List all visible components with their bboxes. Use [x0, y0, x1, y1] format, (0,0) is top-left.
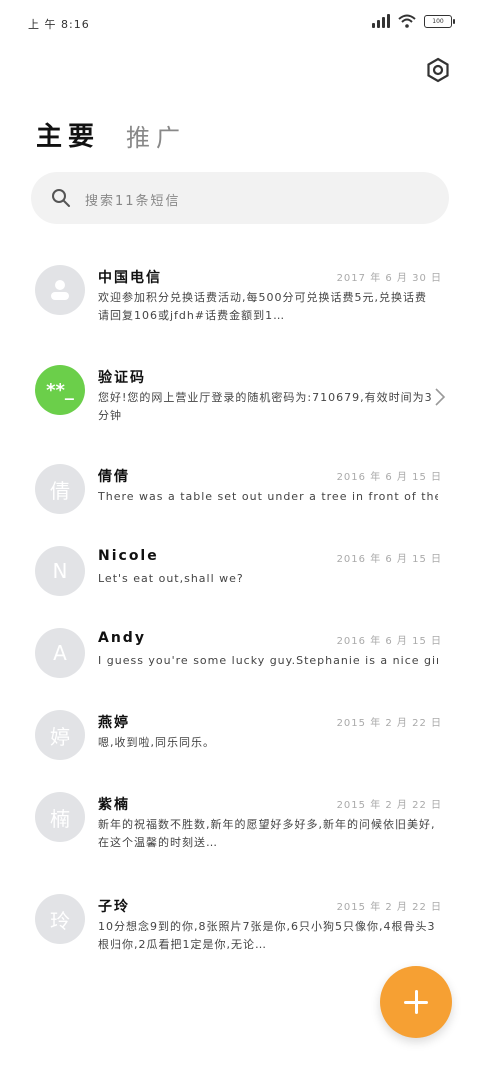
- wifi-icon: [398, 14, 416, 28]
- avatar: N: [35, 546, 85, 596]
- search-icon: [52, 189, 70, 207]
- message-preview: 欢迎参加积分兑换话费活动,每500分可兑换话费5元,兑换话费请回复106或jfd…: [98, 291, 427, 322]
- contact-name: 子玲: [98, 899, 130, 915]
- conversation-row[interactable]: 楠 紫楠 2015 年 2 月 22 日 新年的祝福数不胜数,新年的愿望好多好多…: [0, 792, 480, 874]
- avatar: 婷: [35, 710, 85, 760]
- message-date: 2016 年 6 月 15 日: [336, 636, 442, 647]
- contact-name: 燕婷: [98, 715, 130, 731]
- status-bar: 上 午 8:16 100: [0, 0, 480, 44]
- status-time: 上 午 8:16: [28, 18, 90, 31]
- conversation-row[interactable]: **_ 验证码 您好!您的网上营业厅登录的随机密码为:710679,有效时间为3…: [0, 365, 480, 447]
- message-preview: 10分想念9到的你,8张照片7张是你,6只小狗5只像你,4根骨头3根归你,2瓜看…: [98, 920, 436, 951]
- message-preview: 新年的祝福数不胜数,新年的愿望好多好多,新年的问候依旧美好,在这个温馨的时刻送…: [98, 818, 436, 849]
- conversation-row[interactable]: 倩 倩倩 2016 年 6 月 15 日 There was a table s…: [0, 464, 480, 546]
- contact-name: 验证码: [98, 370, 146, 386]
- message-date: 2015 年 2 月 22 日: [336, 902, 442, 913]
- avatar: 倩: [35, 464, 85, 514]
- search-bar[interactable]: 搜索11条短信: [31, 172, 449, 224]
- conversation-row[interactable]: A Andy 2016 年 6 月 15 日 I guess you're so…: [0, 628, 480, 710]
- conversation-row[interactable]: 中国电信 2017 年 6 月 30 日 欢迎参加积分兑换话费活动,每500分可…: [0, 265, 480, 347]
- tab-main[interactable]: 主要: [36, 116, 100, 153]
- avatar: [35, 265, 85, 315]
- conversation-row[interactable]: 玲 子玲 2015 年 2 月 22 日 10分想念9到的你,8张照片7张是你,…: [0, 894, 480, 976]
- new-message-button[interactable]: [380, 966, 452, 1038]
- contact-name: Andy: [98, 630, 146, 646]
- message-date: 2017 年 6 月 30 日: [336, 273, 442, 284]
- conversation-row[interactable]: 婷 燕婷 2015 年 2 月 22 日 嗯,收到啦,同乐同乐。: [0, 710, 480, 792]
- message-date: 2015 年 2 月 22 日: [336, 718, 442, 729]
- tab-promotions[interactable]: 推广: [126, 118, 186, 153]
- message-date: 2016 年 6 月 15 日: [336, 472, 442, 483]
- status-icons: 100: [372, 14, 455, 28]
- search-placeholder: 搜索11条短信: [85, 194, 181, 209]
- avatar: **_: [35, 365, 85, 415]
- message-preview: There was a table set out under a tree i…: [98, 490, 438, 503]
- message-preview: Let's eat out,shall we?: [98, 572, 244, 585]
- message-preview: 嗯,收到啦,同乐同乐。: [98, 736, 215, 749]
- message-preview: I guess you're some lucky guy.Stephanie …: [98, 654, 438, 667]
- conversation-row[interactable]: N Nicole 2016 年 6 月 15 日 Let's eat out,s…: [0, 546, 480, 628]
- message-date: 2015 年 2 月 22 日: [336, 800, 442, 811]
- settings-gear-icon[interactable]: [424, 56, 452, 84]
- contact-name: Nicole: [98, 548, 159, 564]
- contact-name: 中国电信: [98, 270, 162, 286]
- chevron-right-icon[interactable]: [434, 387, 446, 407]
- battery-icon: 100: [424, 14, 455, 28]
- avatar: 玲: [35, 894, 85, 944]
- avatar: A: [35, 628, 85, 678]
- contact-name: 紫楠: [98, 797, 130, 813]
- person-icon: [51, 280, 69, 300]
- contact-name: 倩倩: [98, 469, 130, 485]
- category-tabs: 主要 推广: [36, 116, 186, 153]
- message-preview: 您好!您的网上营业厅登录的随机密码为:710679,有效时间为3分钟: [98, 391, 433, 422]
- avatar: 楠: [35, 792, 85, 842]
- signal-icon: [372, 14, 390, 28]
- message-date: 2016 年 6 月 15 日: [336, 554, 442, 565]
